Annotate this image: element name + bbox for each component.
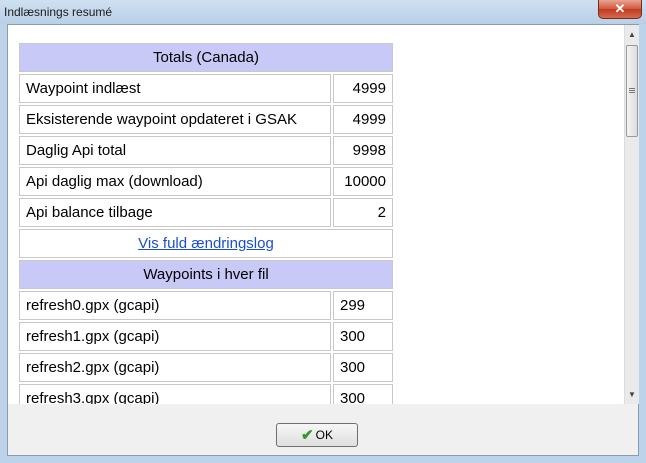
table-row: Api daglig max (download) 10000	[19, 167, 393, 196]
vertical-scrollbar[interactable]: ▲ ▼	[624, 25, 639, 404]
row-value: 2	[333, 198, 393, 227]
summary-panel: Totals (Canada) Waypoint indlæst 4999 Ek…	[8, 25, 625, 404]
row-value: 4999	[333, 74, 393, 103]
file-name: refresh2.gpx (gcapi)	[19, 353, 331, 382]
link-cell: Vis fuld ændringslog	[19, 229, 393, 258]
close-icon: ✕	[614, 1, 626, 16]
table-row: refresh2.gpx (gcapi) 300	[19, 353, 393, 382]
row-label: Daglig Api total	[19, 136, 331, 165]
file-name: refresh0.gpx (gcapi)	[19, 291, 331, 320]
checkmark-icon: ✔	[301, 427, 314, 444]
table-row: refresh0.gpx (gcapi) 299	[19, 291, 393, 320]
scroll-down-button[interactable]: ▼	[625, 387, 639, 403]
window-title: Indlæsnings resumé	[4, 5, 113, 19]
grip-icon	[629, 88, 635, 89]
totals-header-row: Totals (Canada)	[19, 43, 393, 72]
table-row: Api balance tilbage 2	[19, 198, 393, 227]
totals-header: Totals (Canada)	[19, 43, 393, 72]
row-label: Api balance tilbage	[19, 198, 331, 227]
scroll-down-icon: ▼	[628, 390, 636, 399]
row-label: Eksisterende waypoint opdateret i GSAK	[19, 105, 331, 134]
row-label: Api daglig max (download)	[19, 167, 331, 196]
row-value: 4999	[333, 105, 393, 134]
table-row: Daglig Api total 9998	[19, 136, 393, 165]
close-button[interactable]: ✕	[598, 0, 642, 19]
file-count: 300	[333, 322, 393, 351]
scroll-up-icon: ▲	[628, 30, 636, 39]
table-row: Eksisterende waypoint opdateret i GSAK 4…	[19, 105, 393, 134]
files-header-row: Waypoints i hver fil	[19, 260, 393, 289]
ok-button[interactable]: ✔ OK	[276, 423, 358, 447]
file-name: refresh3.gpx (gcapi)	[19, 384, 331, 404]
file-count: 300	[333, 353, 393, 382]
scroll-up-button[interactable]: ▲	[625, 27, 639, 43]
file-count: 299	[333, 291, 393, 320]
scroll-thumb[interactable]	[626, 45, 638, 137]
row-value: 10000	[333, 167, 393, 196]
file-count: 300	[333, 384, 393, 404]
row-label: Waypoint indlæst	[19, 74, 331, 103]
title-bar: Indlæsnings resumé ✕	[0, 0, 646, 24]
table-row: refresh3.gpx (gcapi) 300	[19, 384, 393, 404]
table-row: Waypoint indlæst 4999	[19, 74, 393, 103]
view-full-changelog-link[interactable]: Vis fuld ændringslog	[138, 235, 274, 252]
summary-table: Totals (Canada) Waypoint indlæst 4999 Ek…	[17, 41, 395, 404]
table-row: refresh1.gpx (gcapi) 300	[19, 322, 393, 351]
file-name: refresh1.gpx (gcapi)	[19, 322, 331, 351]
row-value: 9998	[333, 136, 393, 165]
ok-button-label: OK	[315, 428, 333, 442]
files-header: Waypoints i hver fil	[19, 260, 393, 289]
link-row: Vis fuld ændringslog	[19, 229, 393, 258]
